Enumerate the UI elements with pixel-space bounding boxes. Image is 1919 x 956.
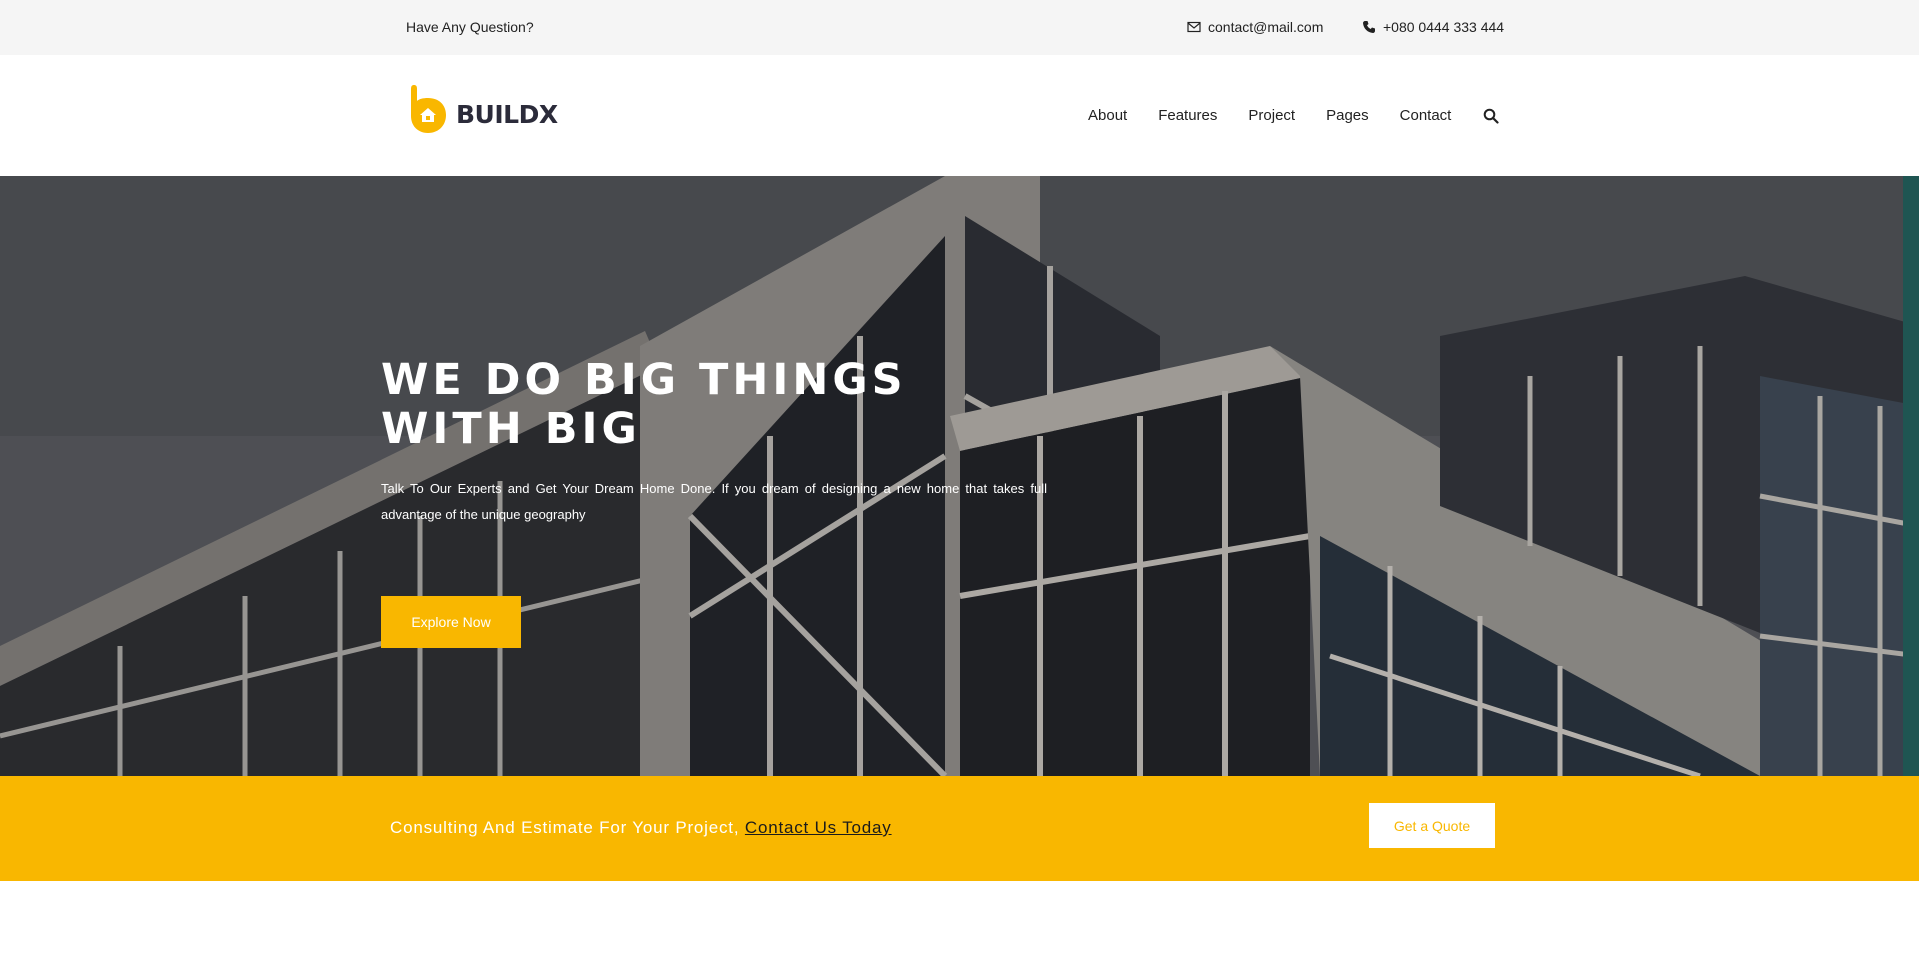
site-header: BUILDX About Features Project Pages Cont… <box>0 55 1919 176</box>
logo[interactable]: BUILDX <box>406 83 558 135</box>
topbar-question: Have Any Question? <box>406 19 534 35</box>
nav-pages[interactable]: Pages <box>1326 107 1369 124</box>
hero-section: WE DO BIG THINGS WITH BIG Talk To Our Ex… <box>0 176 1919 776</box>
search-icon[interactable] <box>1483 108 1499 124</box>
hero-description: Talk To Our Experts and Get Your Dream H… <box>381 481 1047 522</box>
logo-house-icon <box>411 85 446 133</box>
hero-title-line2: WITH BIG <box>381 404 641 454</box>
envelope-icon <box>1187 21 1201 33</box>
hero-edge-strip <box>1903 176 1919 776</box>
cta-message: Consulting And Estimate For Your Project… <box>390 818 745 837</box>
hero-title: WE DO BIG THINGS WITH BIG <box>381 356 941 454</box>
hero-title-line1: WE DO BIG THINGS <box>381 355 907 405</box>
topbar-email-text[interactable]: contact@mail.com <box>1208 19 1323 35</box>
main-nav: About Features Project Pages Contact <box>1088 107 1499 124</box>
cta-text: Consulting And Estimate For Your Project… <box>390 818 892 838</box>
nav-features[interactable]: Features <box>1158 107 1217 124</box>
explore-now-button[interactable]: Explore Now <box>381 596 521 648</box>
topbar-phone-text[interactable]: +080 0444 333 444 <box>1383 19 1504 35</box>
topbar-email[interactable]: contact@mail.com <box>1187 19 1323 35</box>
contact-us-link[interactable]: Contact Us Today <box>745 818 892 837</box>
get-quote-button[interactable]: Get a Quote <box>1369 803 1495 848</box>
nav-project[interactable]: Project <box>1248 107 1295 124</box>
topbar-phone[interactable]: +080 0444 333 444 <box>1362 19 1504 35</box>
nav-about[interactable]: About <box>1088 107 1127 124</box>
nav-contact[interactable]: Contact <box>1400 107 1452 124</box>
cta-band: Consulting And Estimate For Your Project… <box>0 776 1919 881</box>
phone-icon <box>1363 21 1375 33</box>
topbar: Have Any Question? contact@mail.com +080… <box>0 0 1919 55</box>
logo-text: BUILDX <box>456 99 558 129</box>
